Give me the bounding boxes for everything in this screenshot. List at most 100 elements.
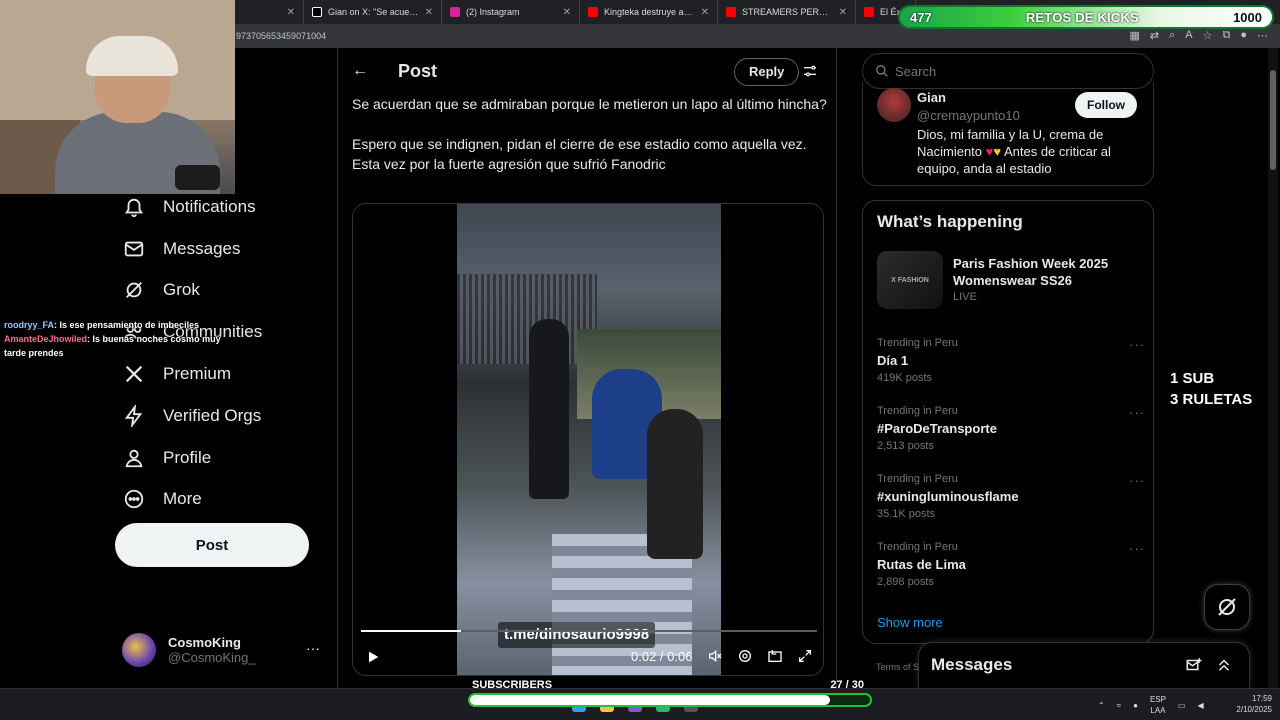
favorite-star-icon[interactable]: ☆ (1203, 29, 1213, 42)
show-more-link[interactable]: Show more (877, 615, 943, 630)
kicks-goal: 1000 (1233, 9, 1262, 25)
chat-username: AmanteDeJhowiled (4, 334, 88, 344)
video-player[interactable]: t.me/dinosaurio9998 0:02 / 0:06 (352, 203, 824, 676)
more-dots-icon[interactable]: ··· (1129, 405, 1145, 420)
post-paragraph: Espero que se indignen, pidan el cierre … (352, 136, 807, 172)
close-tab-icon[interactable]: ✕ (287, 7, 295, 18)
settings-sliders-icon[interactable] (802, 63, 818, 79)
trend-count: 2,898 posts (877, 576, 934, 588)
subscribers-count: 27 / 30 (830, 679, 864, 691)
menu-dots-icon[interactable]: ⋯ (1257, 29, 1268, 42)
post-text: Se acuerdan que se admiraban porque le m… (352, 94, 827, 174)
nav-item-more[interactable]: More (115, 479, 335, 521)
translate-icon[interactable]: ⇄ (1150, 29, 1159, 42)
avatar (122, 633, 156, 667)
envelope-icon (124, 241, 144, 257)
read-aloud-icon[interactable]: A (1185, 29, 1192, 42)
trend-item[interactable]: Trending in Peru Día 1 419K posts ··· (877, 337, 1145, 397)
back-arrow-icon[interactable]: ← (352, 62, 368, 80)
youtube-favicon-icon (864, 7, 874, 17)
browser-tab[interactable]: (2) Instagram ✕ (442, 0, 580, 24)
close-tab-icon[interactable]: ✕ (425, 7, 433, 18)
profile-avatar-icon[interactable]: ● (1240, 29, 1247, 42)
trend-item[interactable]: Trending in Peru #ParoDeTransporte 2,513… (877, 405, 1145, 465)
browser-tab[interactable]: Kingteka destruye a Venecia✕ (580, 0, 718, 24)
bell-icon (124, 198, 144, 217)
stream-goal-overlay: 1 SUB 3 RULETAS (1170, 370, 1253, 408)
follow-button[interactable]: Follow (1075, 92, 1137, 118)
expand-chevrons-icon[interactable] (1215, 656, 1233, 674)
display-icon[interactable]: ▭ (1178, 701, 1186, 710)
language-indicator[interactable]: ESP LAA (1150, 694, 1166, 716)
chat-message: AmanteDeJhowiled: Is buenas noches cosmo… (4, 332, 244, 360)
close-tab-icon[interactable]: ✕ (839, 7, 847, 18)
profile-name[interactable]: Gian (917, 90, 946, 105)
play-icon[interactable] (365, 649, 381, 665)
youtube-favicon-icon (588, 7, 598, 17)
nav-item-notifications[interactable]: Notifications (115, 186, 335, 228)
trend-item[interactable]: Trending in Peru #xuningluminousflame 35… (877, 473, 1145, 533)
scrollbar-thumb[interactable] (1270, 70, 1276, 170)
trend-count: 35.1K posts (877, 508, 936, 520)
nav-label: Premium (163, 364, 232, 384)
terms-link[interactable]: Terms of S (876, 662, 919, 672)
zoom-icon[interactable]: ⌕ (1169, 29, 1175, 42)
youtube-favicon-icon (726, 7, 736, 17)
close-tab-icon[interactable]: ✕ (563, 7, 571, 18)
person-icon (125, 449, 143, 467)
trend-name: Día 1 (877, 353, 909, 368)
close-tab-icon[interactable]: ✕ (701, 7, 709, 18)
picture-in-picture-icon[interactable] (767, 648, 783, 664)
split-screen-icon[interactable]: ▦ (1129, 29, 1139, 42)
nav-label: Notifications (163, 196, 256, 216)
settings-gear-icon[interactable] (737, 648, 753, 664)
messages-title: Messages (931, 655, 1013, 674)
browser-tab[interactable]: STREAMERS PERUANOS qu✕ (718, 0, 856, 24)
nav-item-profile[interactable]: Profile (115, 437, 335, 479)
system-tray: ⌃ ≈ ● ESP LAA ▭ ◀ (1098, 694, 1204, 716)
collections-icon[interactable]: ⧉ (1222, 29, 1230, 42)
trend-name: Rutas de Lima (877, 557, 966, 572)
more-dots-icon[interactable]: ··· (1129, 541, 1145, 556)
post-header: ← Post Reply (338, 48, 838, 94)
trend-context: Trending in Peru (877, 473, 958, 485)
wifi-icon[interactable]: ≈ (1117, 701, 1121, 710)
trend-count: 2,513 posts (877, 440, 934, 452)
account-switcher[interactable]: CosmoKing @CosmoKing_ ··· (122, 628, 328, 672)
taskbar-clock[interactable]: 17:59 2/10/2025 (1224, 693, 1272, 715)
trend-item[interactable]: Trending in Peru Rutas de Lima 2,898 pos… (877, 541, 1145, 601)
page-scrollbar[interactable] (1268, 48, 1278, 688)
stream-chat-overlay: roodryy_FA: Is ese pensamiento de imbeci… (4, 318, 244, 360)
trend-context: Trending in Peru (877, 337, 958, 349)
profile-card: Gian @cremaypunto10 Follow Dios, mi fami… (862, 82, 1154, 186)
instagram-favicon-icon (450, 7, 460, 17)
reply-button[interactable]: Reply (734, 58, 800, 86)
event-item[interactable]: X FASHION Paris Fashion Week 2025 Womens… (877, 251, 1145, 311)
chevron-up-icon[interactable]: ⌃ (1098, 701, 1105, 710)
avatar[interactable] (877, 88, 911, 122)
volume-icon[interactable]: ◀ (1198, 701, 1204, 710)
subscribers-label: SUBSCRIBERS (472, 679, 553, 691)
browser-tab[interactable]: ✕ (236, 0, 304, 24)
microphone-icon[interactable]: ● (1133, 701, 1138, 710)
fullscreen-icon[interactable] (797, 648, 813, 664)
video-progress[interactable] (361, 630, 817, 632)
chat-message: roodryy_FA: Is ese pensamiento de imbeci… (4, 318, 244, 332)
event-title: Paris Fashion Week 2025 Womenswear SS26 (953, 256, 1109, 288)
more-dots-icon[interactable]: ··· (306, 640, 320, 656)
nav-item-verified-orgs[interactable]: Verified Orgs (115, 395, 335, 437)
grok-button[interactable] (1204, 584, 1250, 630)
nav-item-messages[interactable]: Messages (115, 228, 335, 270)
more-circle-icon (124, 490, 144, 509)
post-button[interactable]: Post (115, 523, 309, 567)
mute-icon[interactable] (707, 648, 723, 664)
messages-drawer[interactable]: Messages (918, 642, 1250, 688)
browser-tab-active[interactable]: Gian on X: "Se acuerdan qu✕ (304, 0, 442, 24)
new-message-icon[interactable] (1185, 656, 1203, 674)
account-name: CosmoKing (168, 635, 241, 650)
more-dots-icon[interactable]: ··· (1129, 473, 1145, 488)
more-dots-icon[interactable]: ··· (1129, 337, 1145, 352)
subscribers-goal: SUBSCRIBERS 27 / 30 (468, 676, 872, 710)
nav-item-grok[interactable]: Grok (115, 270, 335, 312)
nav-label: Verified Orgs (163, 405, 262, 425)
